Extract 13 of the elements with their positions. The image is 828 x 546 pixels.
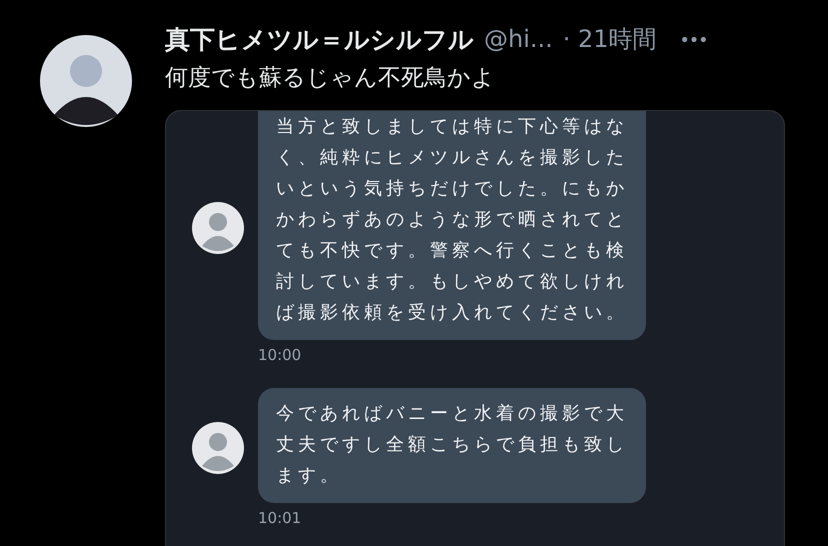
author-name[interactable]: 真下ヒメツル＝ルシルフル <box>165 22 474 56</box>
avatar-icon[interactable] <box>40 35 132 127</box>
attached-image[interactable]: 当方と致しましては特に下心等はなく、純粋にヒメツルさんを撮影したいという気持ちだけでした。にもかかわらずあのような形で晒されてとても不快です。警察へ行くことも検討しています。もしやめて欲しければ撮影依頼を受け入れてください。 10:00 今であればバニーと水着の撮影で大丈夫ですし全額こちらで負担も致します。 10:01 <box>165 110 785 546</box>
tweet-time[interactable]: · 21時間 <box>562 23 657 55</box>
message-bubble: 今であればバニーと水着の撮影で大丈夫ですし全額こちらで負担も致します。 <box>258 388 646 503</box>
tweet-text: 何度でも蘇るじゃん不死鳥かよ <box>165 64 496 93</box>
more-icon[interactable] <box>680 36 707 42</box>
message-time: 10:00 <box>258 346 302 364</box>
message-time: 10:01 <box>258 509 302 527</box>
user-avatar-icon <box>192 422 244 474</box>
user-avatar-icon <box>192 202 244 254</box>
message-bubble: 当方と致しましては特に下心等はなく、純粋にヒメツルさんを撮影したいという気持ちだけでした。にもかかわらずあのような形で晒されてとても不快です。警察へ行くことも検討しています。もしやめて欲しければ撮影依頼を受け入れてください。 <box>258 111 646 340</box>
author-handle: @hi... <box>484 25 553 53</box>
